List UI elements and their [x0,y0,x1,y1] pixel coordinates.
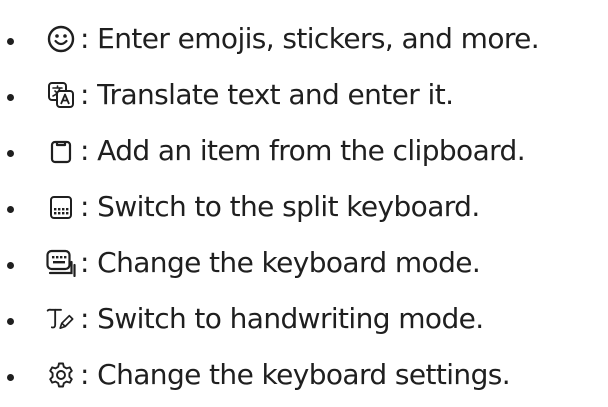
keyboard-feature-list: : Enter emojis, stickers, and more. : Tr… [0,15,608,407]
item-description: : Add an item from the clipboard. [80,134,526,167]
item-description: : Change the keyboard settings. [80,358,511,391]
item-description: : Change the keyboard mode. [80,246,481,279]
list-item: : Change the keyboard settings. [0,351,608,407]
list-item: : Switch to handwriting mode. [0,295,608,351]
handwriting-icon [46,304,76,334]
bullet [7,206,14,213]
list-item: : Enter emojis, stickers, and more. [0,15,608,71]
item-description: : Switch to handwriting mode. [80,302,484,335]
emoji-icon [46,24,76,54]
translate-icon [46,80,76,110]
split-keyboard-icon [46,192,76,222]
bullet [7,374,14,381]
item-description: : Switch to the split keyboard. [80,190,480,223]
list-item: : Switch to the split keyboard. [0,183,608,239]
bullet [7,94,14,101]
keyboard-mode-icon [46,248,76,278]
list-item: : Translate text and enter it. [0,71,608,127]
bullet [7,150,14,157]
clipboard-icon [46,136,76,166]
item-description: : Translate text and enter it. [80,78,454,111]
bullet [7,262,14,269]
settings-icon [46,360,76,390]
list-item: : Change the keyboard mode. [0,239,608,295]
list-item: : Add an item from the clipboard. [0,127,608,183]
bullet [7,318,14,325]
item-description: : Enter emojis, stickers, and more. [80,22,540,55]
bullet [7,38,14,45]
